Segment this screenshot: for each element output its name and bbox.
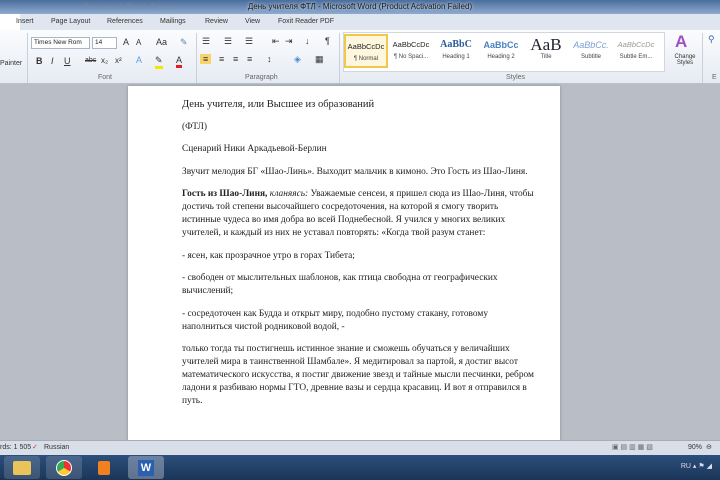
font-size-select[interactable]: 14 [92,37,117,49]
speaker-name: Гость из Шао-Линя, [182,189,268,199]
list-item: - сосредоточен как Будда и открыт миру, … [182,308,489,332]
format-painter-button[interactable]: Painter [0,60,22,67]
sort-icon[interactable]: ↓ [305,36,310,46]
underline-button[interactable]: U [64,56,71,66]
find-icon[interactable]: ⚲ [708,34,715,45]
shrink-font-icon[interactable]: A [136,38,141,47]
bold-button[interactable]: B [36,56,43,66]
doc-paragraph: Звучит мелодия БГ «Шао-Линь». Выходит ма… [182,166,528,177]
styles-group-label: Styles [506,74,526,81]
zoom-level[interactable]: 90% [688,441,702,455]
numbering-icon[interactable]: ☰ [224,36,232,47]
align-left-button[interactable]: ≡ [200,54,212,64]
list-item: - свободен от мыслительных шаблонов, как… [182,273,498,296]
highlight-icon[interactable]: ✎ [155,55,163,69]
multilevel-list-icon[interactable]: ☰ [245,36,253,47]
doc-title: День учителя, или Высшее из образований [182,99,375,110]
font-name-select[interactable]: Times New Rom [31,37,90,49]
proofing-icon[interactable]: ✓ [32,441,38,455]
strikethrough-button[interactable]: abc [85,57,96,64]
system-tray: RU ▴ ⚑ ◢ [680,463,712,470]
increase-indent-icon[interactable]: ⇥ [285,36,293,47]
line-spacing-icon[interactable]: ↕ [267,54,272,64]
decrease-indent-icon[interactable]: ⇤ [272,36,280,47]
bullets-icon[interactable]: ☰ [202,36,210,47]
doc-subtitle: (ФТЛ) [182,121,208,132]
style-subtle-emphasis[interactable]: AaBbCcDc Subtle Em... [614,34,658,68]
align-center-button[interactable]: ≡ [219,54,224,64]
ribbon: Painter Times New Rom 14 A A Aa ✎ B I U … [0,30,720,84]
font-color-icon[interactable]: A [176,55,183,68]
explorer-icon[interactable] [4,456,40,479]
taskbar: W RU ▴ ⚑ ◢ [0,455,720,480]
change-styles-icon[interactable]: A [675,32,687,52]
borders-icon[interactable]: ▦ [315,54,324,65]
style-no-spacing[interactable]: AaBbCcDc ¶ No Spaci... [389,34,433,68]
tab-mailings[interactable]: Mailings [160,18,186,25]
style-heading-2[interactable]: AaBbCc Heading 2 [479,34,523,68]
document-page[interactable]: День учителя, или Высшее из образований … [128,86,560,446]
stage-direction: кланяясь: [267,189,309,199]
style-heading-1[interactable]: AaBbC Heading 1 [434,34,478,68]
clear-format-icon[interactable]: ✎ [180,37,188,48]
superscript-button[interactable]: x² [115,56,122,65]
media-player-icon[interactable] [86,456,122,479]
font-group-label: Font [98,74,113,81]
text-effects-icon[interactable]: A [136,55,142,65]
paragraph-group-label: Paragraph [245,74,278,81]
tab-page-layout[interactable]: Page Layout [51,18,90,25]
show-marks-icon[interactable]: ¶ [325,36,330,46]
list-item: - ясен, как прозрачное утро в горах Тибе… [182,250,355,261]
subscript-button[interactable]: x₂ [101,56,108,65]
input-language[interactable]: RU [681,463,691,470]
tab-foxit[interactable]: Foxit Reader PDF [278,18,334,25]
style-subtitle[interactable]: AaBbCc. Subtitle [569,34,613,68]
document-area: День учителя, или Высшее из образований … [0,84,720,446]
tab-references[interactable]: References [107,18,143,25]
tab-view[interactable]: View [245,18,260,25]
doc-author: Сценарий Ники Аркадьевой-Берлин [182,144,327,154]
window-title: День учителя ФТЛ - Microsoft Word (Produ… [247,2,473,11]
align-right-button[interactable]: ≡ [233,54,238,64]
browser-tab[interactable]: Вокальная Ваша Лучше [84,0,173,14]
tab-review[interactable]: Review [205,18,228,25]
word-icon[interactable]: W [128,456,164,479]
ribbon-tabs: Insert Page Layout References Mailings R… [0,14,720,30]
status-bar: rds: 1 505 ✓ Russian ▣ ▤ ▥ ▦ ▧ 90% ⊖ [0,440,720,455]
view-buttons[interactable]: ▣ ▤ ▥ ▦ ▧ [612,441,653,455]
shading-icon[interactable]: ◈ [294,54,301,65]
change-styles-button[interactable]: Change Styles [670,54,700,66]
grow-font-icon[interactable]: A [123,37,129,47]
editing-group-label: E [712,74,717,81]
italic-button[interactable]: I [51,56,54,66]
doc-paragraph: Гость из Шао-Линя, кланяясь: Уважаемые с… [182,188,538,240]
document-body[interactable]: День учителя, или Высшее из образований … [182,98,538,418]
tab-insert[interactable]: Insert [16,18,34,25]
style-normal[interactable]: AaBbCcDc ¶ Normal [344,34,388,68]
language-indicator[interactable]: Russian [44,441,69,455]
word-count[interactable]: rds: 1 505 [0,441,31,455]
zoom-out-button[interactable]: ⊖ [706,441,712,455]
justify-button[interactable]: ≡ [247,54,252,64]
style-title[interactable]: AaB Title [524,34,568,68]
title-bar: Вокальная Ваша Лучше День учителя ФТЛ - … [0,0,720,14]
doc-paragraph: только тогда ты постигнешь истинное знан… [182,344,534,406]
change-case-icon[interactable]: Aa [156,37,167,47]
chrome-icon[interactable] [46,456,82,479]
